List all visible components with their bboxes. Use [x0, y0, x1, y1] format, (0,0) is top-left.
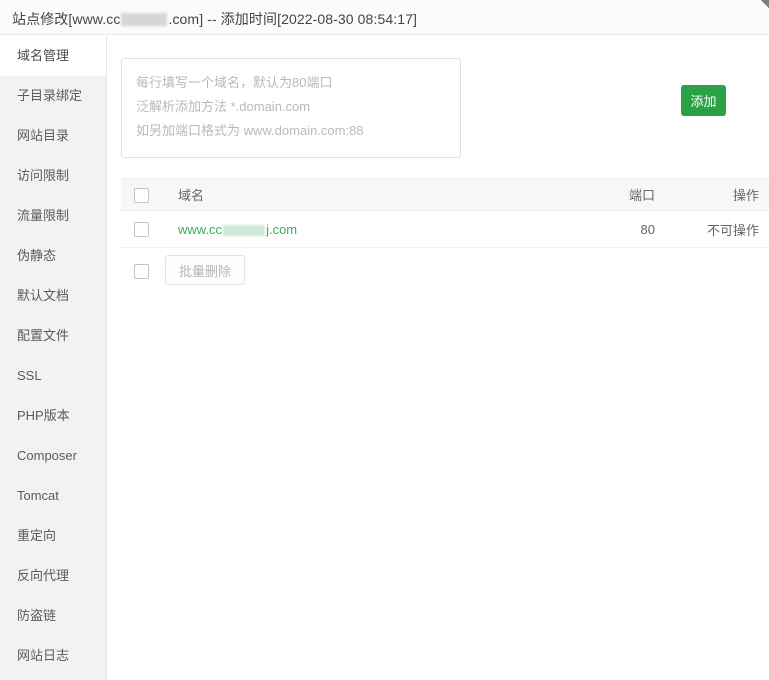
sidebar-item-website-log[interactable]: 网站日志	[0, 636, 106, 676]
page-title: 站点修改[www.cc .com] -- 添加时间[2022-08-30 08:5…	[12, 9, 417, 29]
table-header: 域名 端口 操作	[121, 178, 769, 211]
column-header-operation: 操作	[667, 178, 769, 211]
table-row: www.cc j.com 80 不可操作	[121, 210, 769, 248]
row-select-cell	[121, 210, 178, 248]
domain-input[interactable]	[121, 58, 461, 158]
add-button[interactable]: 添加	[681, 85, 726, 116]
row-port-cell: 80	[575, 210, 667, 248]
page-title-suffix: .com] -- 添加时间[2022-08-30 08:54:17]	[168, 11, 417, 27]
sidebar-item-label: 访问限制	[17, 168, 70, 183]
sidebar-item-composer[interactable]: Composer	[0, 436, 106, 476]
sidebar-item-label: 网站目录	[17, 128, 70, 143]
sidebar-item-label: 反向代理	[17, 568, 70, 583]
sidebar-item-traffic-limit[interactable]: 流量限制	[0, 196, 106, 236]
close-icon[interactable]	[760, 0, 769, 9]
batch-select-all-checkbox[interactable]	[134, 264, 149, 279]
batch-action-bar: 批量删除	[121, 255, 769, 289]
domain-table-wrapper: 域名 端口 操作 www.cc j.com 80 不可操作	[121, 178, 769, 248]
sidebar-item-tomcat[interactable]: Tomcat	[0, 476, 106, 516]
sidebar-item-default-document[interactable]: 默认文档	[0, 276, 106, 316]
sidebar-item-label: 域名管理	[17, 48, 70, 63]
sidebar-item-label: PHP版本	[17, 408, 70, 423]
sidebar-item-ssl[interactable]: SSL	[0, 356, 106, 396]
sidebar-item-label: Tomcat	[17, 488, 59, 503]
row-operation-cell: 不可操作	[667, 210, 769, 248]
table-body: www.cc j.com 80 不可操作	[121, 210, 769, 248]
domain-table: 域名 端口 操作 www.cc j.com 80 不可操作	[121, 178, 769, 248]
sidebar-item-subdirectory-binding[interactable]: 子目录绑定	[0, 76, 106, 116]
sidebar-item-label: 伪静态	[17, 248, 57, 263]
select-all-checkbox[interactable]	[134, 187, 149, 203]
redaction-block-domain	[223, 224, 266, 236]
sidebar-item-label: 网站日志	[17, 648, 70, 663]
column-header-domain: 域名	[178, 178, 575, 211]
redaction-block-title	[121, 12, 168, 26]
domain-suffix: j.com	[266, 221, 298, 237]
sidebar-item-label: Composer	[17, 448, 77, 463]
sidebar-item-label: 配置文件	[17, 328, 70, 343]
sidebar-item-label: SSL	[17, 368, 42, 383]
sidebar-item-label: 重定向	[17, 528, 57, 543]
main-content: 添加 域名 端口 操作 www.cc j.com	[108, 36, 769, 680]
select-all-header-cell	[121, 178, 178, 211]
row-domain-cell: www.cc j.com	[178, 210, 575, 248]
sidebar-item-redirect[interactable]: 重定向	[0, 516, 106, 556]
sidebar-item-rewrite[interactable]: 伪静态	[0, 236, 106, 276]
sidebar-item-php-version[interactable]: PHP版本	[0, 396, 106, 436]
batch-delete-button[interactable]: 批量删除	[165, 255, 246, 285]
sidebar-item-access-restriction[interactable]: 访问限制	[0, 156, 106, 196]
sidebar-item-reverse-proxy[interactable]: 反向代理	[0, 556, 106, 596]
sidebar-item-anti-leech[interactable]: 防盗链	[0, 596, 106, 636]
sidebar-item-config-file[interactable]: 配置文件	[0, 316, 106, 356]
sidebar: 域名管理 子目录绑定 网站目录 访问限制 流量限制 伪静态 默认文档 配置文件 …	[0, 36, 107, 680]
domain-prefix: www.cc	[178, 221, 223, 237]
sidebar-item-website-directory[interactable]: 网站目录	[0, 116, 106, 156]
page-title-prefix: 站点修改[www.cc	[12, 11, 121, 27]
row-checkbox[interactable]	[134, 222, 149, 238]
sidebar-item-domain-management[interactable]: 域名管理	[0, 36, 106, 76]
window-titlebar: 站点修改[www.cc .com] -- 添加时间[2022-08-30 08:5…	[0, 0, 769, 35]
sidebar-item-label: 默认文档	[17, 288, 70, 303]
domain-input-row: 添加	[121, 58, 755, 160]
column-header-port: 端口	[575, 178, 667, 211]
sidebar-item-label: 子目录绑定	[17, 88, 83, 103]
domain-link[interactable]: www.cc j.com	[178, 222, 297, 237]
sidebar-item-label: 防盗链	[17, 608, 57, 623]
table-header-row: 域名 端口 操作	[121, 178, 769, 211]
sidebar-item-label: 流量限制	[17, 208, 70, 223]
